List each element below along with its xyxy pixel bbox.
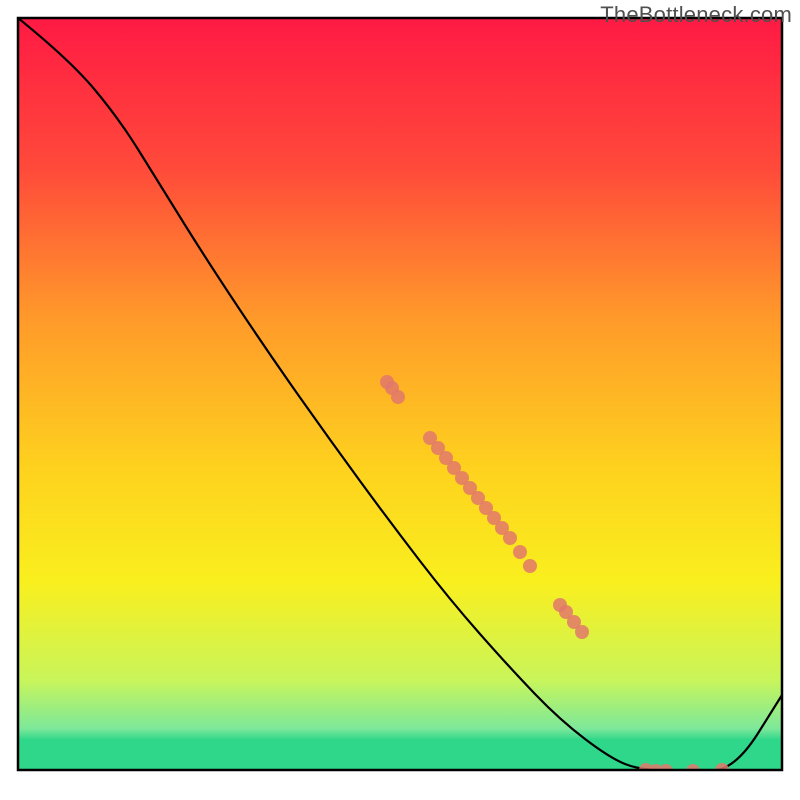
watermark-text: TheBottleneck.com <box>600 2 792 28</box>
data-marker <box>523 559 537 573</box>
data-marker <box>391 390 405 404</box>
chart-svg <box>0 0 800 800</box>
chart-canvas: TheBottleneck.com <box>0 0 800 800</box>
data-marker <box>513 545 527 559</box>
data-marker <box>503 531 517 545</box>
data-marker <box>575 625 589 639</box>
